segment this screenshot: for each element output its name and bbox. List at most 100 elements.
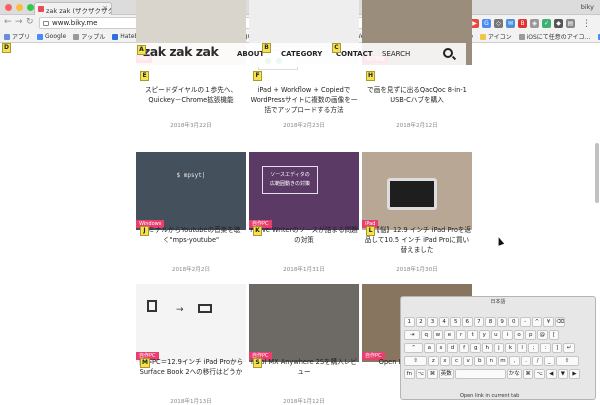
nav-category[interactable]: CATEGORY bbox=[281, 50, 322, 58]
keyboard-key[interactable]: 0 bbox=[508, 317, 519, 327]
site-logo[interactable]: zak zak zak bbox=[143, 44, 219, 59]
keyboard-key[interactable]: w bbox=[432, 330, 444, 340]
link-hint[interactable]: F bbox=[253, 71, 262, 81]
forward-arrow-icon[interactable]: → bbox=[15, 17, 23, 27]
keyboard-key[interactable]: q bbox=[421, 330, 432, 340]
keyboard-key[interactable]: : bbox=[540, 343, 551, 353]
article-title[interactable]: スピードダイヤルの１歩先へ、Quickey－Chrome拡張機能 bbox=[136, 85, 246, 105]
link-hint[interactable]: H bbox=[366, 71, 376, 81]
keyboard-key[interactable]: o bbox=[513, 330, 525, 340]
keyboard-key[interactable]: 2 bbox=[415, 317, 427, 327]
link-hint[interactable]: B bbox=[262, 43, 271, 53]
nav-contact[interactable]: CONTACT bbox=[336, 50, 373, 58]
keyboard-key[interactable]: ⇧ bbox=[404, 356, 427, 366]
keyboard-key[interactable]: y bbox=[479, 330, 490, 340]
article-title[interactable]: iPad + Workflow + Copiedで WordPressサイトに複… bbox=[249, 85, 359, 115]
keyboard-key[interactable]: ⌘ bbox=[522, 369, 534, 379]
article-title[interactable]: n Live Writerのソースが詰まる問題の対策 bbox=[249, 225, 359, 245]
keyboard-key[interactable]: ⌥ bbox=[534, 369, 545, 379]
nav-search[interactable]: SEARCH bbox=[382, 50, 410, 58]
info-icon[interactable] bbox=[43, 21, 49, 26]
keyboard-key[interactable]: [ bbox=[548, 330, 560, 340]
keyboard-key[interactable]: r bbox=[455, 330, 467, 340]
keyboard-key[interactable]: t bbox=[467, 330, 478, 340]
keyboard-key[interactable]: j bbox=[493, 343, 505, 353]
link-hint[interactable]: A bbox=[137, 45, 146, 55]
link-hint[interactable]: D bbox=[2, 43, 11, 53]
keyboard-key[interactable]: 英数 bbox=[438, 369, 454, 379]
keyboard-key[interactable]: i bbox=[502, 330, 513, 340]
link-hint[interactable]: S bbox=[253, 358, 262, 368]
browser-tab[interactable]: zak zak (ザクザクザク) × bbox=[34, 2, 112, 15]
keyboard-key[interactable]: ⌃ bbox=[404, 343, 423, 353]
keyboard-key[interactable]: , bbox=[509, 356, 520, 366]
extension-icon[interactable]: ▤ bbox=[566, 19, 575, 28]
keyboard-key[interactable]: fn bbox=[404, 369, 415, 379]
keyboard-key[interactable]: e bbox=[444, 330, 455, 340]
bookmark-item[interactable]: アップル bbox=[73, 32, 105, 41]
keyboard-key[interactable]: ◀ bbox=[546, 369, 557, 379]
link-hint[interactable]: C bbox=[332, 43, 341, 53]
keyboard-key[interactable]: n bbox=[486, 356, 497, 366]
extension-icon[interactable]: ◈ bbox=[530, 19, 539, 28]
keyboard-key[interactable]: ⌥ bbox=[415, 369, 427, 379]
keyboard-key[interactable]: m bbox=[497, 356, 509, 366]
keyboard-key[interactable]: c bbox=[451, 356, 462, 366]
keyboard-key[interactable]: ⌘ bbox=[427, 369, 438, 379]
keyboard-key[interactable]: ⇥ bbox=[404, 330, 420, 340]
keyboard-key[interactable]: 9 bbox=[496, 317, 508, 327]
link-hint[interactable]: E bbox=[140, 71, 149, 81]
keyboard-key[interactable]: . bbox=[520, 356, 532, 366]
search-icon[interactable] bbox=[443, 48, 453, 58]
article-thumbnail[interactable]: 自作PC bbox=[136, 284, 246, 362]
keyboard-key[interactable]: p bbox=[525, 330, 536, 340]
keyboard-key[interactable]: ▼ bbox=[557, 369, 569, 379]
keyboard-key[interactable]: ^ bbox=[531, 317, 543, 327]
reload-icon[interactable]: ↻ bbox=[26, 17, 34, 27]
extension-icon[interactable]: ✓ bbox=[542, 19, 551, 28]
article-title[interactable]: ーミナルからYoutubeの音楽を聴く"mps-youtube" bbox=[136, 225, 246, 245]
minimize-window-button[interactable] bbox=[16, 4, 23, 11]
close-tab-icon[interactable]: × bbox=[102, 4, 108, 12]
keyboard-key[interactable]: a bbox=[424, 343, 435, 353]
extension-icon[interactable]: ◆ bbox=[554, 19, 563, 28]
keyboard-key[interactable]: ; bbox=[528, 343, 539, 353]
keyboard-key[interactable]: 8 bbox=[485, 317, 496, 327]
keyboard-key[interactable]: z bbox=[428, 356, 439, 366]
extension-icon[interactable]: B bbox=[518, 19, 527, 28]
keyboard-key[interactable]: s bbox=[435, 343, 447, 353]
zoom-window-button[interactable] bbox=[27, 4, 34, 11]
keyboard-key[interactable]: v bbox=[462, 356, 474, 366]
keyboard-key[interactable]: - bbox=[520, 317, 531, 327]
link-hint[interactable]: M bbox=[140, 358, 150, 368]
keyboard-key-space[interactable] bbox=[454, 369, 506, 379]
bookmark-item[interactable]: アイコン bbox=[479, 32, 512, 41]
keyboard-key[interactable]: ▶ bbox=[569, 369, 580, 379]
keyboard-key[interactable]: u bbox=[490, 330, 502, 340]
keyboard-key[interactable]: x bbox=[439, 356, 451, 366]
keyboard-key[interactable]: 6 bbox=[462, 317, 473, 327]
keyboard-key[interactable]: h bbox=[482, 343, 493, 353]
nav-about[interactable]: ABOUT bbox=[237, 50, 264, 58]
keyboard-key[interactable]: f bbox=[458, 343, 470, 353]
article-title[interactable]: 自作PC＝12.9インチ iPad Proから Surface Book 2への… bbox=[136, 357, 246, 377]
keyboard-key[interactable]: g bbox=[470, 343, 481, 353]
keyboard-key[interactable]: ] bbox=[551, 343, 563, 353]
keyboard-key[interactable]: 1 bbox=[404, 317, 415, 327]
keyboard-key[interactable]: 3 bbox=[427, 317, 438, 327]
keyboard-key[interactable]: ¥ bbox=[543, 317, 554, 327]
keyboard-key[interactable]: ⇧ bbox=[555, 356, 579, 366]
link-hint[interactable]: J bbox=[140, 226, 149, 236]
extension-icon[interactable]: ◇ bbox=[494, 19, 503, 28]
link-hint[interactable]: K bbox=[253, 226, 262, 236]
extension-icon[interactable]: ✉ bbox=[506, 19, 515, 28]
bookmark-item[interactable]: Google bbox=[37, 33, 66, 40]
keyboard-key[interactable]: かな bbox=[506, 369, 522, 379]
article-title[interactable]: icool MX Anywhere 2Sを購入レビュー bbox=[249, 357, 359, 377]
article-title[interactable]: 【L【悩】12.9 インチ iPad Proを返品して10.5 インチ iPad… bbox=[362, 225, 472, 255]
keyboard-key[interactable]: d bbox=[447, 343, 458, 353]
close-window-button[interactable] bbox=[5, 4, 12, 11]
keyboard-key[interactable]: / bbox=[532, 356, 543, 366]
extension-icon[interactable]: G bbox=[482, 19, 491, 28]
menu-icon[interactable]: ⋮ bbox=[582, 19, 591, 29]
